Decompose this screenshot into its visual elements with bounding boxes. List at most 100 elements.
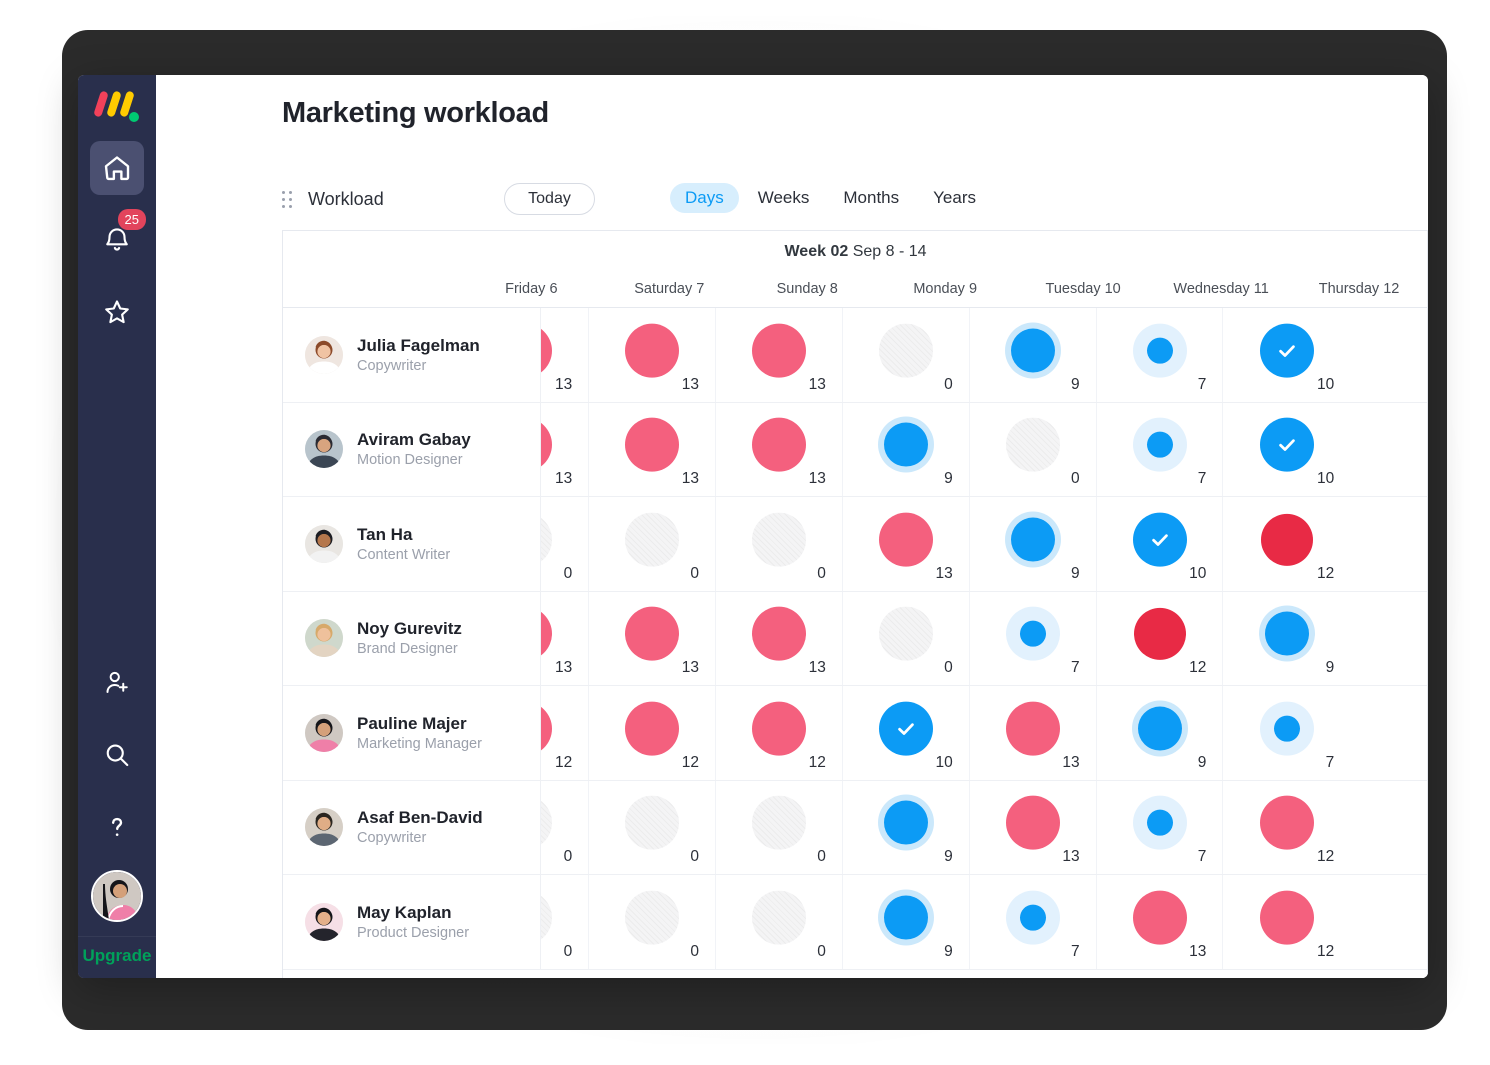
table-row[interactable]: Aviram Gabay Motion Designer 13 13 13 9 0 7 10 — [283, 402, 1428, 497]
workload-cell[interactable]: 0 — [843, 308, 970, 402]
person-cell[interactable]: Julia Fagelman Copywriter — [283, 308, 541, 402]
workload-cell[interactable]: 12 — [716, 686, 843, 780]
person-cell[interactable]: Pauline Majer Marketing Manager — [283, 686, 541, 780]
sidebar-item-help[interactable] — [90, 800, 144, 854]
workload-value: 0 — [690, 564, 700, 582]
tab-months[interactable]: Months — [828, 183, 914, 213]
workload-cell[interactable]: 0 — [716, 875, 843, 969]
sidebar-item-notifications[interactable]: 25 — [90, 209, 146, 267]
person-cell[interactable]: May Kaplan Product Designer — [283, 875, 541, 969]
workload-cell[interactable]: 10 — [1097, 497, 1224, 591]
sidebar-item-favorites[interactable] — [90, 285, 144, 339]
workload-cell[interactable]: 9 — [843, 875, 970, 969]
tab-days[interactable]: Days — [670, 183, 739, 213]
check-icon — [1151, 534, 1168, 546]
workload-cell[interactable]: 10 — [843, 686, 970, 780]
workload-cell[interactable]: 0 — [541, 780, 590, 874]
sidebar-item-home[interactable] — [90, 141, 144, 195]
sidebar-user-avatar[interactable] — [91, 870, 143, 922]
workload-cell[interactable]: 0 — [716, 780, 843, 874]
today-button[interactable]: Today — [504, 183, 595, 215]
workload-cell[interactable]: 12 — [1223, 497, 1350, 591]
workload-cell[interactable]: 7 — [1223, 686, 1350, 780]
workload-cell[interactable]: 0 — [589, 497, 717, 591]
sidebar-item-search[interactable] — [90, 728, 144, 782]
upgrade-button[interactable]: Upgrade — [78, 936, 156, 978]
workload-cell[interactable]: 13 — [970, 686, 1097, 780]
workload-cell[interactable]: 13 — [716, 308, 843, 402]
star-icon — [105, 300, 129, 324]
workload-cell[interactable]: 12 — [1097, 591, 1224, 685]
person-cell[interactable]: Noy Gurevitz Brand Designer — [283, 591, 541, 685]
workload-cell[interactable]: 0 — [541, 497, 590, 591]
workload-cell[interactable]: 9 — [1223, 592, 1350, 686]
tab-years[interactable]: Years — [918, 183, 991, 213]
workload-value: 9 — [944, 470, 953, 487]
workload-cell[interactable]: 13 — [541, 308, 590, 402]
workload-cell[interactable]: 9 — [843, 780, 970, 874]
tab-weeks[interactable]: Weeks — [743, 183, 825, 213]
table-row[interactable]: Julia Fagelman Copywriter 13 13 13 0 9 7 10 — [283, 308, 1428, 403]
workload-cell[interactable]: 7 — [1097, 308, 1224, 402]
workload-cell[interactable]: 12 — [589, 686, 717, 780]
day-column-header: Wednesday 11 — [1173, 281, 1269, 297]
workload-cell[interactable]: 13 — [1097, 875, 1224, 969]
bubble-ring — [877, 889, 934, 946]
workload-cell[interactable]: 9 — [843, 402, 970, 496]
table-row[interactable]: Noy Gurevitz Brand Designer 13 13 13 0 7 12 9 — [283, 591, 1428, 686]
check-icon — [1279, 345, 1295, 357]
bubble-fill — [625, 512, 680, 567]
workload-cell[interactable]: 12 — [1223, 781, 1350, 875]
app-window: 25 Upgrade Marketing workload Workload T… — [78, 75, 1428, 978]
drag-dots-icon[interactable] — [282, 191, 294, 213]
workload-cell[interactable]: 9 — [970, 308, 1097, 402]
workload-value: 0 — [817, 942, 826, 960]
workload-value: 12 — [681, 753, 700, 771]
workload-cell[interactable]: 0 — [970, 402, 1097, 496]
workload-cell[interactable]: 0 — [716, 497, 843, 591]
workload-cell[interactable]: 13 — [541, 402, 590, 496]
workload-cell[interactable]: 0 — [541, 875, 590, 969]
view-name-label[interactable]: Workload — [308, 189, 384, 210]
home-icon — [104, 156, 130, 181]
person-cell[interactable]: Tan Ha Content Writer — [283, 497, 541, 591]
workload-cell[interactable]: 13 — [716, 402, 843, 496]
workload-cell[interactable]: 12 — [541, 686, 590, 780]
search-icon — [106, 744, 129, 767]
screenshot-root: 25 Upgrade Marketing workload Workload T… — [0, 0, 1490, 1065]
workload-cell[interactable]: 9 — [970, 497, 1097, 591]
workload-cell[interactable]: 7 — [970, 591, 1097, 685]
workload-cell[interactable]: 13 — [589, 308, 717, 402]
table-row[interactable]: Tan Ha Content Writer 0 0 0 13 9 10 12 — [283, 497, 1428, 592]
table-row[interactable]: Pauline Majer Marketing Manager 12 12 12 10 13… — [283, 686, 1428, 781]
workload-cell[interactable]: 13 — [970, 780, 1097, 874]
person-cell[interactable]: Aviram Gabay Motion Designer — [283, 402, 541, 496]
workload-cell[interactable]: 0 — [589, 780, 717, 874]
workload-cell[interactable]: 9 — [1097, 686, 1224, 780]
monday-logo-icon[interactable] — [93, 89, 139, 123]
table-row[interactable]: Asaf Ben-David Copywriter 0 0 0 9 13 7 12 — [283, 780, 1428, 875]
workload-value: 13 — [554, 659, 573, 676]
workload-cell[interactable]: 0 — [843, 591, 970, 685]
workload-cell[interactable]: 12 — [1223, 875, 1350, 969]
workload-cell[interactable]: 10 — [1223, 403, 1350, 497]
workload-cell[interactable]: 13 — [541, 591, 590, 685]
workload-cells: 0 0 0 9 7 13 12 — [541, 875, 1428, 969]
workload-cell[interactable]: 7 — [1097, 402, 1224, 496]
avatar-image — [305, 335, 343, 374]
week-range: Sep 8 - 14 — [852, 243, 927, 260]
day-column-header: Tuesday 10 — [1045, 281, 1121, 297]
sidebar-item-invite[interactable] — [90, 656, 144, 710]
workload-cell[interactable]: 13 — [843, 497, 970, 591]
workload-cells: 0 0 0 13 9 10 12 — [541, 497, 1428, 591]
person-cell[interactable]: Asaf Ben-David Copywriter — [283, 780, 541, 874]
person-role: Brand Designer — [357, 641, 458, 658]
workload-cell[interactable]: 13 — [589, 402, 717, 496]
table-row[interactable]: May Kaplan Product Designer 0 0 0 9 7 13 12 — [283, 875, 1428, 970]
workload-cell[interactable]: 7 — [970, 875, 1097, 969]
workload-cell[interactable]: 13 — [589, 591, 717, 685]
workload-cell[interactable]: 7 — [1097, 780, 1224, 874]
workload-cell[interactable]: 10 — [1223, 308, 1350, 402]
workload-cell[interactable]: 13 — [716, 591, 843, 685]
workload-cell[interactable]: 0 — [589, 875, 717, 969]
